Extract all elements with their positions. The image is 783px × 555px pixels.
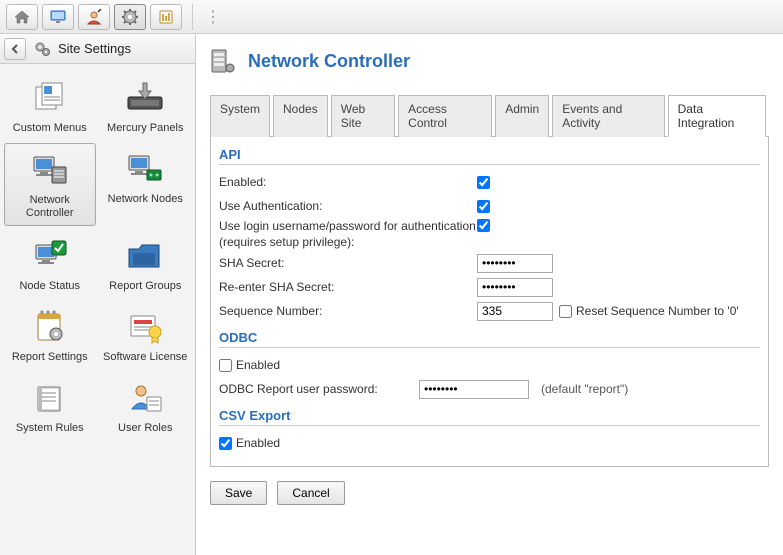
input-sha-secret-2[interactable] xyxy=(477,278,553,297)
top-toolbar: ⋮ xyxy=(0,0,783,34)
sidebar-icon-grid: Custom Menus Mercury Panels Network Cont… xyxy=(0,64,195,447)
checkbox-reset-sequence[interactable] xyxy=(559,305,572,318)
label-csv-enabled: Enabled xyxy=(236,436,280,450)
sidebar: Site Settings Custom Menus Mercury Panel… xyxy=(0,34,196,555)
label-api-enabled: Enabled: xyxy=(219,175,477,189)
tab-system[interactable]: System xyxy=(210,95,270,137)
checkbox-use-login[interactable] xyxy=(477,219,490,232)
sidebar-item-label: Report Settings xyxy=(12,351,88,364)
input-sequence-number[interactable] xyxy=(477,302,553,321)
cancel-button[interactable]: Cancel xyxy=(277,481,344,505)
hint-odbc-password: (default "report") xyxy=(541,382,628,396)
checkbox-api-enabled[interactable] xyxy=(477,176,490,189)
sidebar-item-system-rules[interactable]: System Rules xyxy=(4,372,96,439)
sidebar-item-label: Network Nodes xyxy=(108,193,183,206)
sidebar-item-label: Custom Menus xyxy=(13,122,87,135)
sidebar-collapse-button[interactable] xyxy=(4,38,26,60)
content-area: Network Controller System Nodes Web Site… xyxy=(196,34,783,555)
node-status-icon xyxy=(30,236,70,276)
sidebar-item-label: Report Groups xyxy=(109,280,181,293)
notebook-gear-icon xyxy=(30,307,70,347)
sidebar-item-custom-menus[interactable]: Custom Menus xyxy=(4,72,96,139)
label-reset-sequence: Reset Sequence Number to '0' xyxy=(576,304,739,318)
server-icon xyxy=(210,48,236,74)
label-odbc-enabled: Enabled xyxy=(236,358,280,372)
section-title-api: API xyxy=(219,147,760,165)
user-wizard-icon xyxy=(85,9,103,25)
sidebar-item-label: Node Status xyxy=(19,280,80,293)
sidebar-item-label: Software License xyxy=(103,351,187,364)
sidebar-item-label: User Roles xyxy=(118,422,172,435)
label-use-authentication: Use Authentication: xyxy=(219,199,477,213)
label-use-login: Use login username/password for authenti… xyxy=(219,219,477,250)
sidebar-item-user-roles[interactable]: User Roles xyxy=(100,372,192,439)
toolbar-settings-button[interactable] xyxy=(114,4,146,30)
label-sha-secret: SHA Secret: xyxy=(219,256,477,270)
tab-admin[interactable]: Admin xyxy=(495,95,549,137)
sidebar-item-label: Network Controller xyxy=(7,194,93,220)
sidebar-item-label: System Rules xyxy=(16,422,84,435)
section-title-csv: CSV Export xyxy=(219,408,760,426)
gear-icon xyxy=(121,8,139,26)
label-odbc-password: ODBC Report user password: xyxy=(219,382,419,396)
tab-nodes[interactable]: Nodes xyxy=(273,95,328,137)
input-odbc-password[interactable] xyxy=(419,380,529,399)
checkbox-odbc-enabled[interactable] xyxy=(219,359,232,372)
toolbar-user-wizard-button[interactable] xyxy=(78,4,110,30)
toolbar-report-button[interactable] xyxy=(150,4,182,30)
rules-icon xyxy=(30,378,70,418)
nodes-icon xyxy=(125,149,165,189)
gears-icon xyxy=(34,41,52,57)
sidebar-item-label: Mercury Panels xyxy=(107,122,183,135)
folder-chart-icon xyxy=(125,236,165,276)
page-title-row: Network Controller xyxy=(210,48,769,74)
tab-events-and-activity[interactable]: Events and Activity xyxy=(552,95,664,137)
tab-bar: System Nodes Web Site Access Control Adm… xyxy=(210,94,769,137)
toolbar-home-button[interactable] xyxy=(6,4,38,30)
home-icon xyxy=(13,9,31,25)
toolbar-monitor-button[interactable] xyxy=(42,4,74,30)
label-sha-secret-2: Re-enter SHA Secret: xyxy=(219,280,477,294)
tab-panel: API Enabled: Use Authentication: Use log… xyxy=(210,137,769,467)
sidebar-item-software-license[interactable]: Software License xyxy=(100,301,192,368)
server-monitor-icon xyxy=(30,150,70,190)
input-sha-secret[interactable] xyxy=(477,254,553,273)
save-button[interactable]: Save xyxy=(210,481,267,505)
menus-icon xyxy=(30,78,70,118)
report-icon xyxy=(157,9,175,25)
tab-access-control[interactable]: Access Control xyxy=(398,95,492,137)
toolbar-overflow-icon[interactable]: ⋮ xyxy=(205,7,221,27)
sidebar-title: Site Settings xyxy=(58,41,131,56)
checkbox-use-authentication[interactable] xyxy=(477,200,490,213)
chevron-left-icon xyxy=(10,44,20,54)
sidebar-item-network-controller[interactable]: Network Controller xyxy=(4,143,96,225)
monitor-icon xyxy=(49,9,67,25)
page-title: Network Controller xyxy=(248,51,410,72)
sidebar-item-node-status[interactable]: Node Status xyxy=(4,230,96,297)
tab-data-integration[interactable]: Data Integration xyxy=(668,95,766,137)
label-sequence-number: Sequence Number: xyxy=(219,304,477,318)
license-icon xyxy=(125,307,165,347)
toolbar-separator xyxy=(192,4,193,30)
user-roles-icon xyxy=(125,378,165,418)
checkbox-csv-enabled[interactable] xyxy=(219,437,232,450)
section-title-odbc: ODBC xyxy=(219,330,760,348)
tab-web-site[interactable]: Web Site xyxy=(331,95,395,137)
sidebar-item-mercury-panels[interactable]: Mercury Panels xyxy=(100,72,192,139)
panel-screw-icon xyxy=(125,78,165,118)
sidebar-item-report-settings[interactable]: Report Settings xyxy=(4,301,96,368)
sidebar-item-report-groups[interactable]: Report Groups xyxy=(100,230,192,297)
sidebar-item-network-nodes[interactable]: Network Nodes xyxy=(100,143,192,225)
sidebar-header: Site Settings xyxy=(0,34,195,64)
button-row: Save Cancel xyxy=(210,481,769,505)
